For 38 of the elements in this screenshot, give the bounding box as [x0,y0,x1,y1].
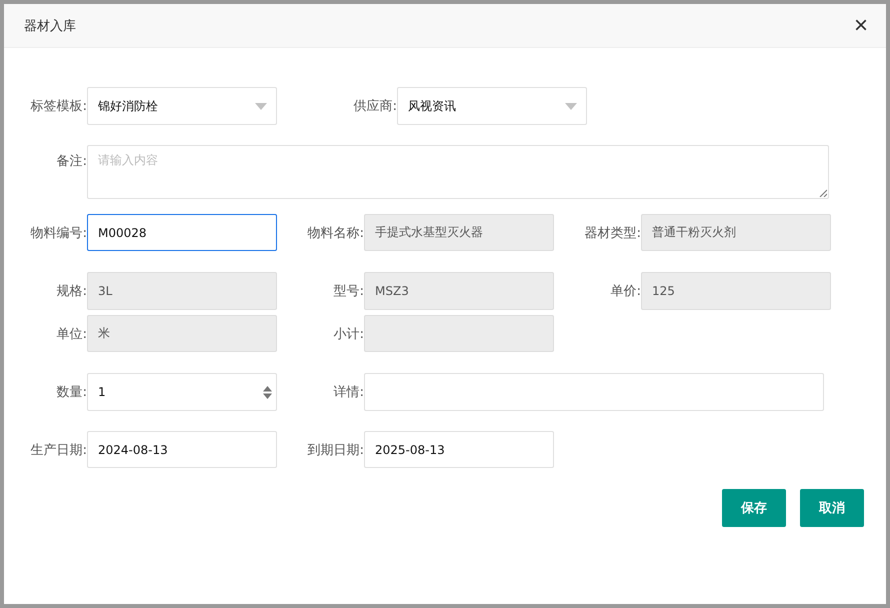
input-field[interactable]: 2025-08-13 [364,431,554,468]
field-label: 标签模板: [30,98,87,115]
cancel-button[interactable]: 取消 [800,489,864,527]
dropdown-arrow-icon [255,103,267,110]
field-label: 到期日期: [306,442,364,458]
field-label: 器材类型: [584,224,641,242]
readonly-field[interactable]: 3L [87,272,277,310]
spinner-icon[interactable] [263,386,272,399]
field-label: 物料编号: [30,224,87,242]
readonly-field[interactable]: 125 [641,272,831,310]
select-field[interactable]: 锦好消防栓 [87,87,277,125]
field-label: 单价: [610,283,641,300]
number-field[interactable]: 1 [87,373,277,411]
resize-grip-icon[interactable] [819,189,827,197]
field-label: 物料名称: [306,224,364,242]
select-field[interactable]: 风视资讯 [397,87,587,125]
field-label: 小计: [332,326,364,342]
readonly-field[interactable]: 手提式水基型灭火器 [364,214,554,251]
dropdown-arrow-icon [565,103,577,110]
input-field[interactable] [364,373,824,411]
dialog-title: 器材入库 [24,18,76,34]
field-label: 数量: [56,384,87,401]
readonly-field[interactable] [364,315,554,352]
readonly-field[interactable]: 普通干粉灭火剂 [641,214,831,251]
field-label: 单位: [56,326,87,342]
close-button[interactable]: × [854,14,868,38]
save-button[interactable]: 保存 [722,489,786,527]
field-label: 备注: [56,153,87,170]
field-label: 生产日期: [30,442,87,458]
readonly-field[interactable]: 米 [87,315,277,352]
input-field[interactable]: M00028 [87,214,277,251]
input-field[interactable]: 2024-08-13 [87,431,277,468]
field-label: 供应商: [352,98,397,115]
placeholder-text: 请输入内容 [98,152,158,169]
field-label: 型号: [332,283,364,300]
field-label: 详情: [332,384,364,401]
field-label: 规格: [56,283,87,300]
readonly-field[interactable]: MSZ3 [364,272,554,310]
